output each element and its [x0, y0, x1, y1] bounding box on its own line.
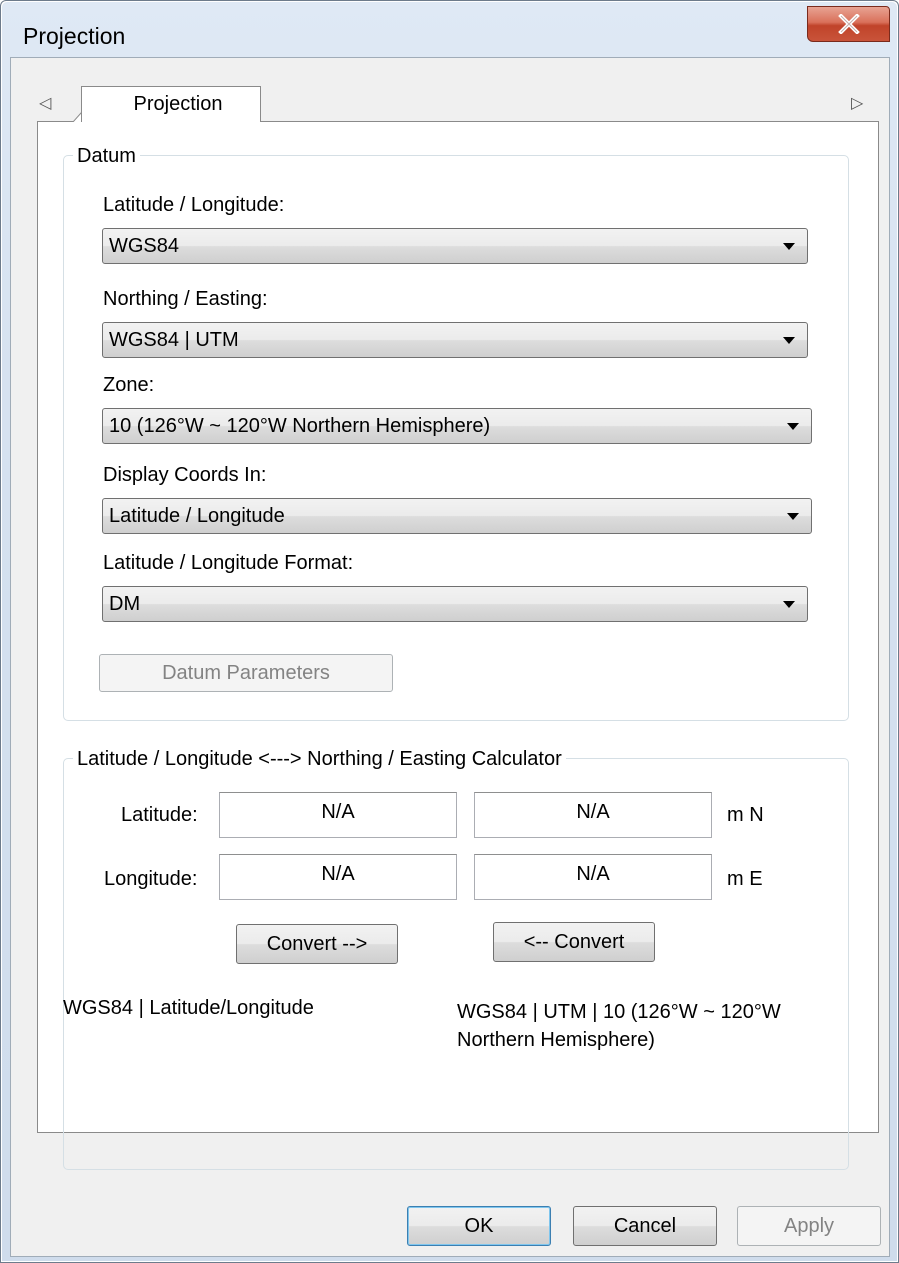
lat-lon-datum-select[interactable]: WGS84 [102, 228, 808, 264]
tab-projection[interactable]: Projection [81, 86, 261, 122]
lat-lon-datum-label: Latitude / Longitude: [103, 194, 285, 216]
dropdown-arrow-icon [787, 423, 799, 430]
lat-lon-format-value: DM [109, 592, 141, 615]
northing-unit: m N [727, 804, 764, 826]
apply-button[interactable]: Apply [737, 1206, 881, 1246]
dropdown-arrow-icon [783, 337, 795, 344]
north-east-datum-label: Northing / Easting: [103, 288, 268, 310]
dropdown-arrow-icon [783, 601, 795, 608]
longitude-input[interactable]: N/A [219, 854, 457, 900]
ok-button[interactable]: OK [407, 1206, 551, 1246]
tab-scroll-left[interactable]: ◁ [39, 93, 51, 113]
close-icon [837, 14, 860, 34]
datum-parameters-button[interactable]: Datum Parameters [99, 654, 393, 692]
tab-label: Projection [133, 93, 223, 115]
cancel-button[interactable]: Cancel [573, 1206, 717, 1246]
dropdown-arrow-icon [783, 243, 795, 250]
dialog-client-area: ◁ ▷ Projection Datum Latitude / Longitud… [10, 57, 890, 1257]
close-button[interactable] [807, 6, 890, 42]
latitude-label: Latitude: [121, 804, 198, 826]
lat-lon-format-label: Latitude / Longitude Format: [103, 552, 354, 574]
longitude-label: Longitude: [104, 868, 198, 890]
dropdown-arrow-icon [787, 513, 799, 520]
latitude-input[interactable]: N/A [219, 792, 457, 838]
target-datum-text: WGS84 | UTM | 10 (126°W ~ 120°W Northern… [457, 1001, 781, 1051]
convert-to-northing-easting-button[interactable]: Convert --> [236, 924, 398, 964]
north-east-datum-value: WGS84 | UTM [109, 328, 239, 351]
convert-to-lat-lon-button[interactable]: <-- Convert [493, 922, 655, 962]
chevron-right-icon: ▷ [851, 95, 864, 112]
calculator-legend: Latitude / Longitude <---> Northing / Ea… [73, 748, 566, 771]
easting-unit: m E [727, 868, 763, 890]
easting-input[interactable]: N/A [474, 854, 712, 900]
northing-input[interactable]: N/A [474, 792, 712, 838]
window-title: Projection [23, 23, 126, 49]
zone-label: Zone: [103, 374, 155, 396]
source-datum-text: WGS84 | Latitude/Longitude [63, 997, 314, 1019]
zone-value: 10 (126°W ~ 120°W Northern Hemisphere) [109, 414, 491, 437]
lat-lon-datum-value: WGS84 [109, 234, 180, 257]
datum-legend: Datum [73, 145, 140, 168]
display-coords-value: Latitude / Longitude [109, 504, 285, 527]
display-coords-select[interactable]: Latitude / Longitude [102, 498, 812, 534]
display-coords-label: Display Coords In: [103, 464, 267, 486]
lat-lon-format-select[interactable]: DM [102, 586, 808, 622]
zone-select[interactable]: 10 (126°W ~ 120°W Northern Hemisphere) [102, 408, 812, 444]
tab-scroll-right[interactable]: ▷ [851, 93, 863, 113]
chevron-left-icon: ◁ [39, 95, 52, 112]
projection-dialog: Projection ◁ ▷ Projection Datum Latitude… [0, 0, 899, 1263]
north-east-datum-select[interactable]: WGS84 | UTM [102, 322, 808, 358]
